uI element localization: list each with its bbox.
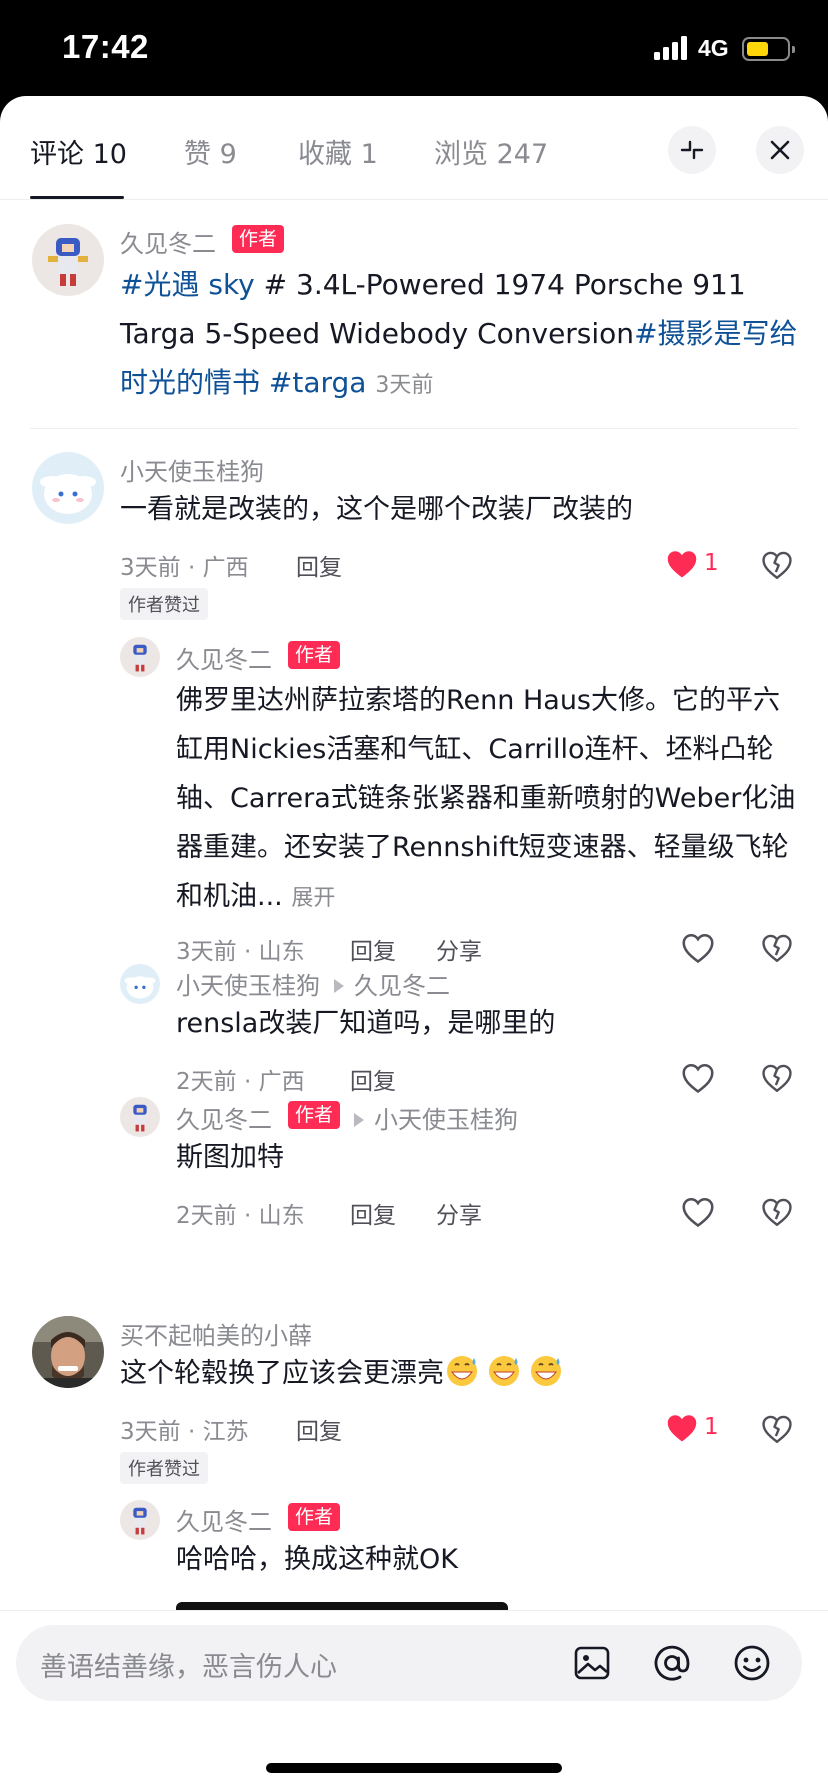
comment-input-bar: 善语结善缘，恶言伤人心 xyxy=(0,1610,828,1792)
reply-to-user[interactable]: 久见冬二 xyxy=(354,972,450,1000)
hashtag-link[interactable]: #光遇 sky xyxy=(120,268,255,301)
reply-button[interactable]: 回复 xyxy=(350,1196,396,1230)
comment-author[interactable]: 小天使玉桂狗 xyxy=(120,452,264,487)
reply-text: 斯图加特 xyxy=(176,1142,284,1173)
avatar[interactable] xyxy=(32,1316,104,1388)
reply-text: 哈哈哈，换成这种就OK xyxy=(176,1544,458,1575)
hashtag-link[interactable]: #targa xyxy=(260,366,367,399)
collapse-button[interactable] xyxy=(668,126,716,174)
avatar[interactable] xyxy=(120,637,160,677)
active-tab-indicator xyxy=(30,196,124,199)
comment-meta: 3天前 · 江苏 xyxy=(120,1419,249,1445)
reply-author[interactable]: 小天使玉桂狗 xyxy=(176,972,320,1000)
divider xyxy=(30,428,798,429)
like-count: 1 xyxy=(704,1414,719,1440)
network-type: 4G xyxy=(698,35,729,61)
comment-input[interactable]: 善语结善缘，恶言伤人心 xyxy=(16,1625,802,1701)
status-time: 17:42 xyxy=(62,28,149,65)
comment-meta: 3天前 · 广西 xyxy=(120,555,249,581)
close-button[interactable] xyxy=(756,126,804,174)
author-badge: 作者 xyxy=(232,225,285,253)
author-badge: 作者 xyxy=(288,641,341,669)
avatar[interactable] xyxy=(120,964,160,1004)
post-time: 3天前 xyxy=(375,373,434,398)
avatar[interactable] xyxy=(120,1097,160,1137)
avatar[interactable] xyxy=(120,1500,160,1540)
reply-meta: 3天前 · 山东 xyxy=(176,939,305,965)
reply-button[interactable]: 回复 xyxy=(350,1062,396,1096)
close-icon xyxy=(770,140,790,160)
avatar[interactable] xyxy=(32,224,104,296)
cellular-signal-icon xyxy=(654,36,690,60)
collapse-icon xyxy=(680,140,704,160)
broken-heart-icon[interactable] xyxy=(760,548,794,582)
tab-comments[interactable]: 评论 10 xyxy=(30,132,127,171)
reply-header: 小天使玉桂狗 久见冬二 xyxy=(176,966,450,1001)
heart-outline-icon[interactable] xyxy=(680,1060,716,1096)
broken-heart-icon[interactable] xyxy=(760,931,794,965)
broken-heart-icon[interactable] xyxy=(760,1412,794,1446)
author-badge: 作者 xyxy=(288,1503,341,1531)
post-caption: #光遇 sky # 3.4L-Powered 1974 Porsche 911 … xyxy=(120,268,798,399)
image-icon[interactable] xyxy=(570,1641,614,1685)
tab-likes[interactable]: 赞 9 xyxy=(184,132,237,171)
grinning-sweat-emoji xyxy=(447,1356,477,1386)
heart-filled-icon[interactable] xyxy=(664,1410,700,1446)
tab-views[interactable]: 浏览 247 xyxy=(434,132,548,171)
comments-sheet: 评论 10 赞 9 收藏 1 浏览 247 久见冬二 作者 #光遇 sky # … xyxy=(0,96,828,1792)
heart-filled-icon[interactable] xyxy=(664,546,700,582)
reply-header: 小天使玉桂狗 xyxy=(340,1100,518,1135)
reply-author[interactable]: 久见冬二 xyxy=(176,1100,272,1135)
reply-meta: 2天前 · 山东 xyxy=(176,1203,305,1229)
expand-link[interactable]: 展开 xyxy=(291,886,335,911)
grinning-sweat-emoji xyxy=(489,1356,519,1386)
reply-arrow-icon xyxy=(334,979,344,993)
share-button[interactable]: 分享 xyxy=(436,932,482,966)
at-icon[interactable] xyxy=(650,1641,694,1685)
heart-outline-icon[interactable] xyxy=(680,1194,716,1230)
status-bar: 17:42 4G xyxy=(0,0,828,100)
comment-input-placeholder: 善语结善缘，恶言伤人心 xyxy=(40,1652,337,1683)
comment-text: 这个轮毂换了应该会更漂亮 xyxy=(120,1352,800,1395)
like-count: 1 xyxy=(704,550,719,576)
reply-button[interactable]: 回复 xyxy=(350,932,396,966)
share-button[interactable]: 分享 xyxy=(436,1196,482,1230)
avatar[interactable] xyxy=(32,452,104,524)
reply-button[interactable]: 回复 xyxy=(296,1412,342,1446)
reply-author[interactable]: 久见冬二 xyxy=(176,1502,272,1537)
broken-heart-icon[interactable] xyxy=(760,1061,794,1095)
author-liked-badge: 作者赞过 xyxy=(120,1452,208,1484)
comment-author[interactable]: 久见冬二 xyxy=(120,224,216,259)
reply-to-user[interactable]: 小天使玉桂狗 xyxy=(374,1106,518,1134)
broken-heart-icon[interactable] xyxy=(760,1195,794,1229)
reply-arrow-icon xyxy=(354,1113,364,1127)
emoji-icon[interactable] xyxy=(730,1641,774,1685)
reply-author[interactable]: 久见冬二 xyxy=(176,640,272,675)
author-badge: 作者 xyxy=(288,1101,341,1129)
comment-author[interactable]: 买不起帕美的小薛 xyxy=(120,1316,312,1351)
battery-icon xyxy=(742,37,795,61)
sheet-tabs: 评论 10 赞 9 收藏 1 浏览 247 xyxy=(0,96,828,200)
reply-text: rensla改装厂知道吗，是哪里的 xyxy=(176,1008,556,1039)
tab-favorites[interactable]: 收藏 1 xyxy=(298,132,378,171)
author-liked-badge: 作者赞过 xyxy=(120,588,208,620)
reply-button[interactable]: 回复 xyxy=(296,548,342,582)
home-indicator[interactable] xyxy=(266,1763,562,1773)
reply-text: 佛罗里达州萨拉索塔的Renn Haus大修。它的平六缸用Nickies活塞和气缸… xyxy=(176,685,796,912)
grinning-sweat-emoji xyxy=(531,1356,561,1386)
reply-meta: 2天前 · 广西 xyxy=(176,1069,305,1095)
comment-text: 一看就是改装的，这个是哪个改装厂改装的 xyxy=(120,494,633,525)
heart-outline-icon[interactable] xyxy=(680,930,716,966)
